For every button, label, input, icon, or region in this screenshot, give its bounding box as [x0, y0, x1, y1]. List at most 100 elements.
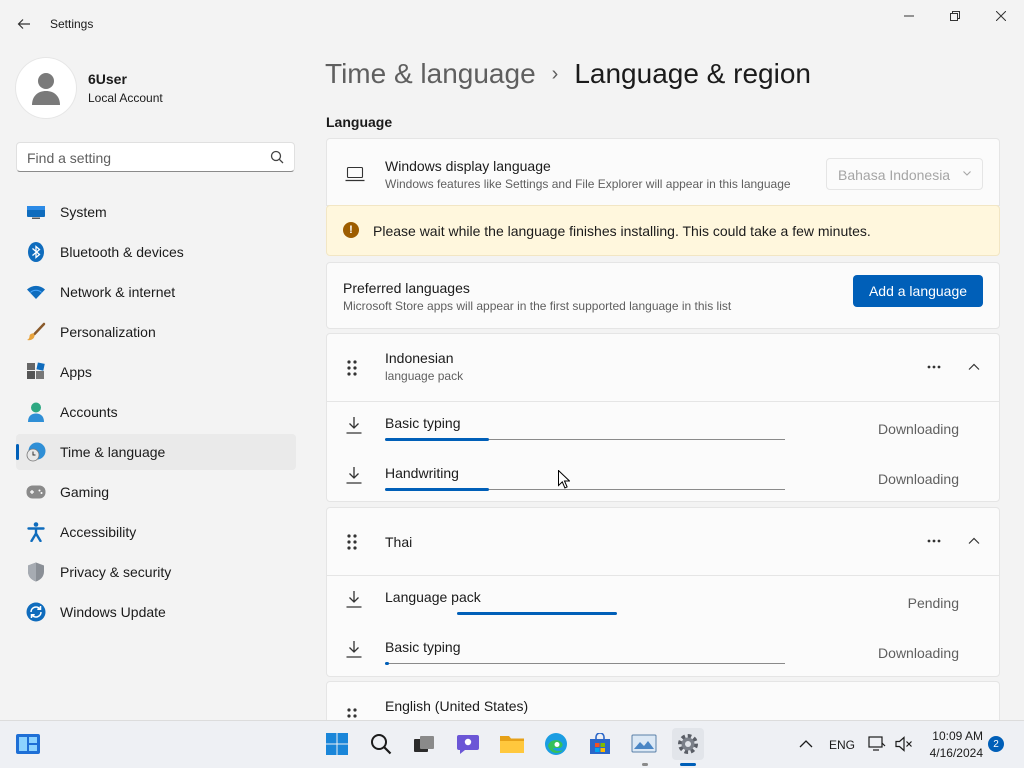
update-icon — [26, 602, 46, 622]
language-header[interactable]: Thai — [327, 508, 999, 576]
display-language-dropdown[interactable]: Bahasa Indonesia — [826, 158, 983, 190]
sidebar-item-apps[interactable]: Apps — [16, 354, 296, 390]
display-language-card: Windows display language Windows feature… — [326, 138, 1000, 206]
task-view-button[interactable] — [408, 728, 440, 760]
sidebar-item-accounts[interactable]: Accounts — [16, 394, 296, 430]
more-options-button[interactable] — [923, 358, 945, 376]
search-input[interactable]: Find a setting — [16, 142, 295, 172]
drag-handle-icon[interactable] — [347, 534, 357, 550]
input-language-indicator[interactable]: ENG — [829, 738, 855, 752]
search-icon — [371, 734, 392, 755]
more-icon — [927, 539, 941, 543]
settings-icon — [678, 734, 698, 754]
language-header[interactable]: Indonesian language pack — [327, 334, 999, 402]
time-language-icon — [26, 442, 46, 462]
photos-button[interactable] — [628, 728, 660, 760]
settings-taskbar-button[interactable] — [672, 728, 704, 760]
collapse-button[interactable] — [965, 532, 983, 550]
taskbar-search-button[interactable] — [365, 728, 397, 760]
network-icon — [868, 736, 886, 751]
volume-tray-button[interactable] — [892, 728, 916, 760]
language-subtitle: language pack — [385, 369, 464, 383]
feature-name: Handwriting — [385, 465, 459, 481]
download-icon — [346, 641, 362, 658]
edge-icon — [545, 733, 567, 755]
warning-icon: ! — [343, 222, 359, 238]
sidebar-item-privacy[interactable]: Privacy & security — [16, 554, 296, 590]
sidebar-item-network[interactable]: Network & internet — [16, 274, 296, 310]
user-profile[interactable]: 6User Local Account — [16, 58, 163, 118]
sidebar-nav: System Bluetooth & devices Network & int… — [16, 194, 296, 634]
notification-badge[interactable]: 2 — [988, 736, 1004, 752]
sidebar-item-system[interactable]: System — [16, 194, 296, 230]
widgets-icon — [16, 734, 40, 754]
chat-button[interactable] — [452, 728, 484, 760]
download-icon — [346, 467, 362, 484]
widgets-button[interactable] — [12, 728, 44, 760]
breadcrumb-parent[interactable]: Time & language — [325, 58, 536, 90]
clock-date[interactable]: 4/16/2024 — [927, 746, 983, 760]
network-tray-button[interactable] — [864, 728, 890, 760]
file-explorer-icon — [500, 736, 524, 753]
progress-fill — [385, 662, 389, 665]
minimize-icon — [904, 15, 914, 17]
sidebar-item-personalization[interactable]: Personalization — [16, 314, 296, 350]
user-avatar-icon — [32, 73, 60, 105]
display-language-title: Windows display language — [385, 158, 551, 174]
feature-status: Downloading — [878, 471, 959, 487]
minimize-button[interactable] — [886, 4, 932, 28]
display-language-subtitle: Windows features like Settings and File … — [385, 177, 791, 191]
sidebar-item-gaming[interactable]: Gaming — [16, 474, 296, 510]
edge-button[interactable] — [540, 728, 572, 760]
close-button[interactable] — [978, 4, 1024, 28]
start-icon — [326, 733, 348, 755]
more-options-button[interactable] — [923, 532, 945, 550]
feature-status: Downloading — [878, 421, 959, 437]
back-button[interactable] — [10, 10, 38, 38]
mouse-cursor-icon — [558, 470, 570, 489]
photos-icon — [631, 734, 657, 753]
download-icon — [346, 417, 362, 434]
feature-name: Basic typing — [385, 415, 461, 431]
progress-fill — [457, 612, 617, 615]
chat-icon — [457, 735, 479, 754]
feature-row: Basic typing Downloading — [327, 626, 999, 676]
accessibility-icon — [26, 522, 46, 542]
sidebar-item-bluetooth[interactable]: Bluetooth & devices — [16, 234, 296, 270]
language-card-thai: Thai Language pack Pending Basic typing … — [326, 507, 1000, 677]
clock-time[interactable]: 10:09 AM — [927, 729, 983, 743]
search-placeholder: Find a setting — [27, 150, 112, 166]
search-icon — [270, 150, 284, 164]
running-app-indicator — [642, 763, 648, 766]
sidebar-item-time-language[interactable]: Time & language — [16, 434, 296, 470]
progress-bar — [385, 488, 785, 491]
sidebar-item-accessibility[interactable]: Accessibility — [16, 514, 296, 550]
back-arrow-icon — [17, 19, 30, 29]
file-explorer-button[interactable] — [496, 728, 528, 760]
add-language-button[interactable]: Add a language — [853, 275, 983, 307]
profile-account-type: Local Account — [88, 91, 163, 105]
show-hidden-icons-button[interactable] — [794, 728, 818, 760]
breadcrumb: Time & language › Language & region — [325, 58, 811, 90]
drag-handle-icon[interactable] — [347, 360, 357, 376]
feature-row: Basic typing Downloading — [327, 402, 999, 452]
language-name: Indonesian — [385, 350, 454, 366]
progress-fill — [385, 488, 489, 491]
indeterminate-progress-bar — [385, 612, 785, 615]
sidebar-item-windows-update[interactable]: Windows Update — [16, 594, 296, 630]
avatar — [16, 58, 76, 118]
preferred-languages-subtitle: Microsoft Store apps will appear in the … — [343, 299, 732, 313]
breadcrumb-separator: › — [551, 62, 559, 85]
feature-status: Downloading — [878, 645, 959, 661]
feature-row: Language pack Pending — [327, 576, 999, 626]
start-button[interactable] — [321, 728, 353, 760]
store-button[interactable] — [584, 728, 616, 760]
bluetooth-icon — [26, 242, 46, 262]
feature-status: Pending — [907, 595, 959, 611]
feature-name: Language pack — [385, 589, 481, 605]
maximize-button[interactable] — [932, 4, 978, 28]
collapse-button[interactable] — [965, 358, 983, 376]
chevron-up-icon — [968, 537, 980, 544]
download-icon — [346, 591, 362, 608]
active-app-indicator — [680, 763, 696, 766]
